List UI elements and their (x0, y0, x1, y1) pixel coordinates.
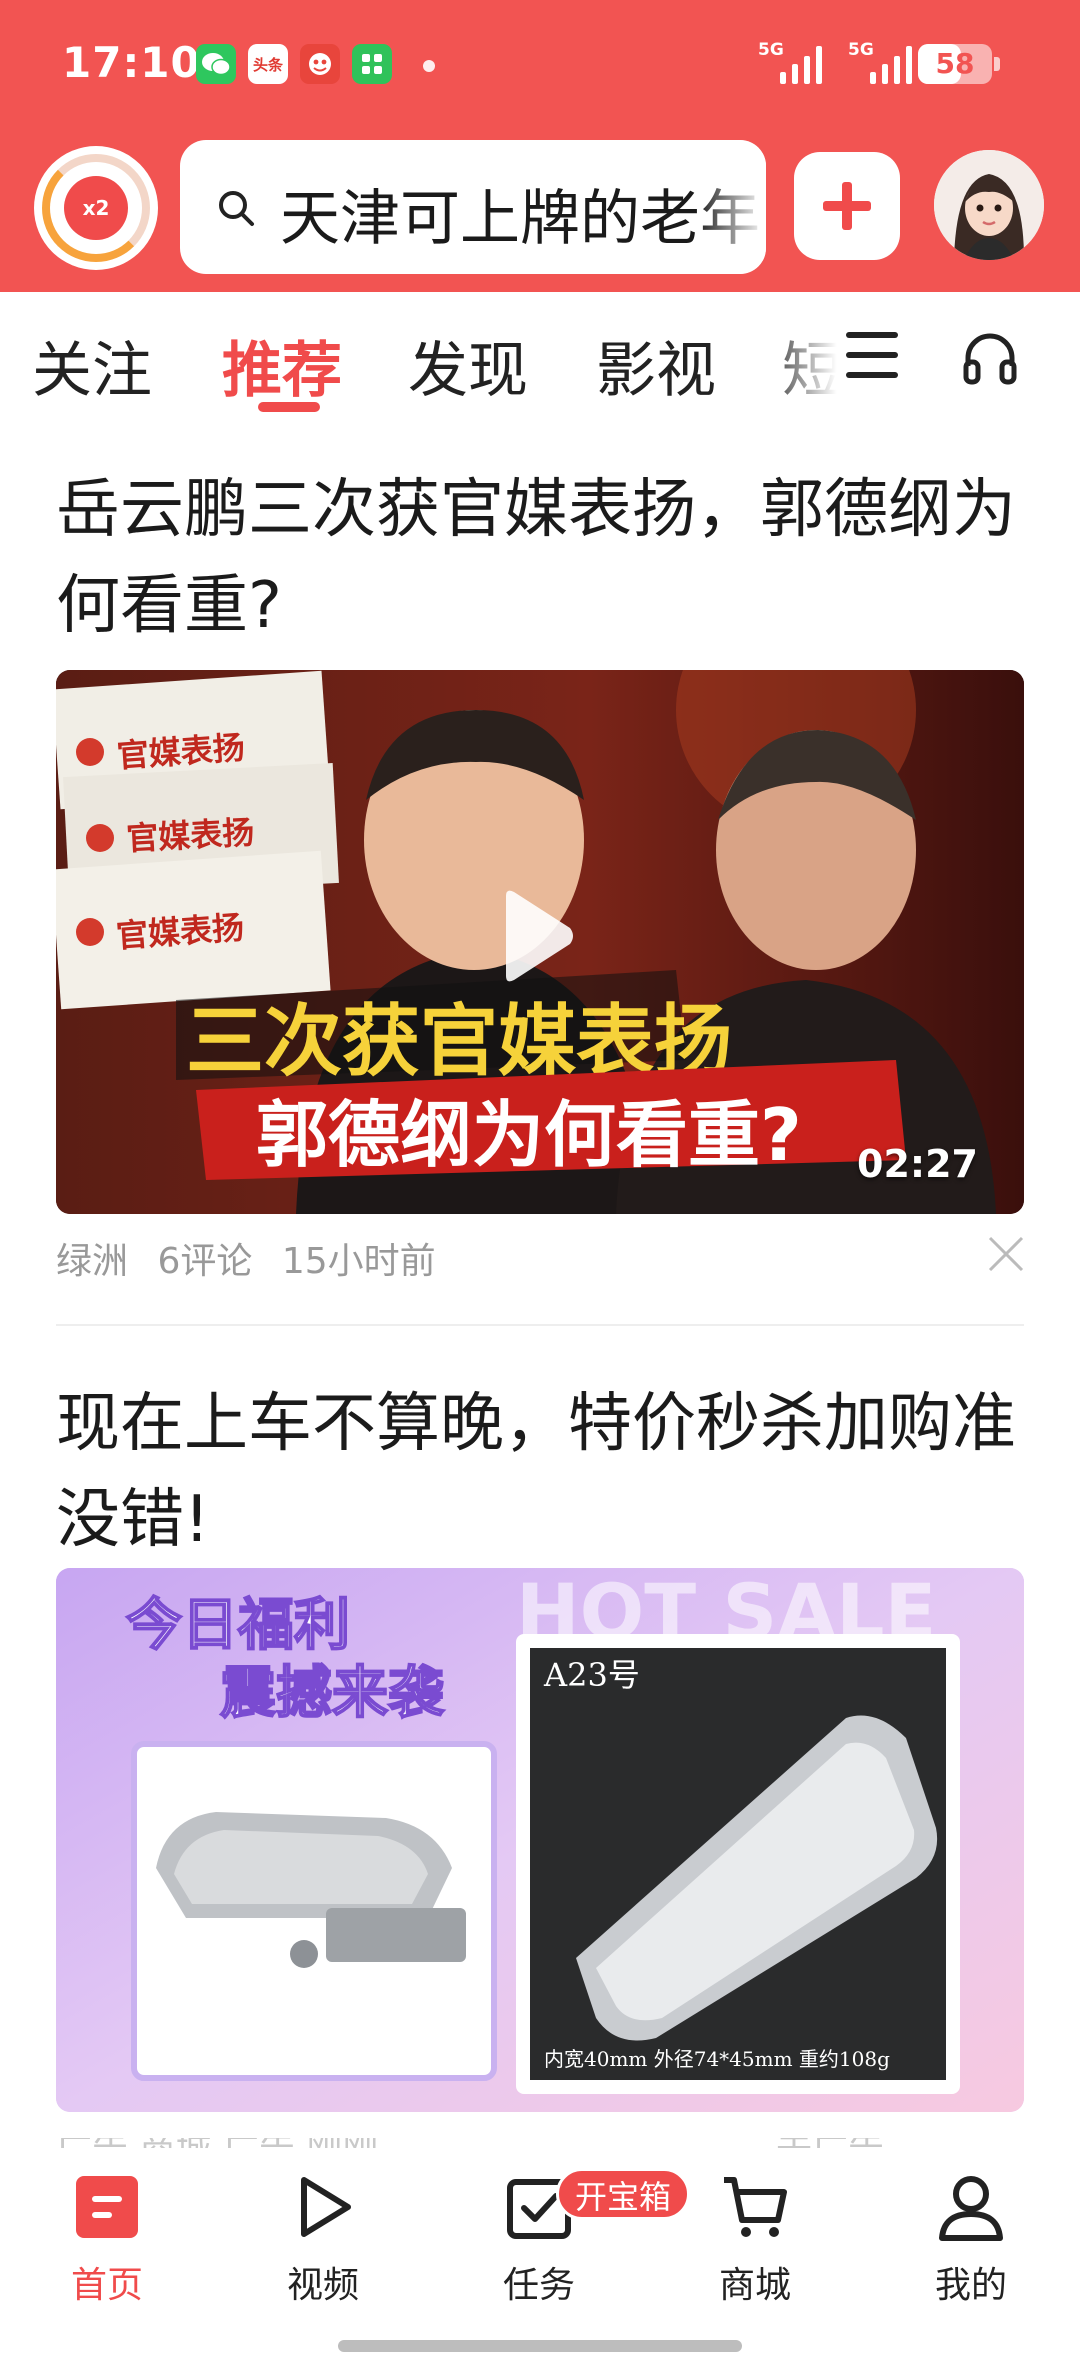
search-suggestion: 天津可上牌的老年 (280, 170, 760, 257)
nav-home-label: 首页 (32, 2256, 182, 2308)
battery-icon: 58 (918, 44, 992, 84)
nav-me[interactable]: 我的 (896, 2172, 1046, 2322)
nav-mall-label: 商城 (680, 2256, 830, 2308)
profile-icon (936, 2172, 1006, 2242)
article-meta: 绿洲 6评论 15小时前 (56, 1232, 454, 1284)
close-icon[interactable] (986, 1234, 1026, 1274)
nav-video-label: 视频 (248, 2256, 398, 2308)
publish-time: 15小时前 (282, 1241, 436, 1282)
product-model: A23号 (543, 1656, 640, 1694)
nav-home[interactable]: 首页 (32, 2172, 182, 2322)
battery-level: 58 (918, 44, 992, 84)
nav-me-label: 我的 (896, 2256, 1046, 2308)
active-tab-indicator (258, 402, 320, 412)
video-thumbnail[interactable]: 三次获官媒表扬 郭德纲为何看重? 官媒表扬 官媒表扬 官媒表扬 02:27 (56, 670, 1024, 1214)
tab-film[interactable]: 影视 (596, 322, 716, 409)
status-time: 17:10 (62, 38, 201, 87)
search-bar[interactable]: 天津可上牌的老年 (180, 140, 766, 274)
video-duration: 02:27 (857, 1142, 978, 1186)
cart-icon (720, 2172, 790, 2242)
banner-headline-1: 今日福利 (126, 1593, 350, 1658)
game-app-icon (300, 44, 340, 84)
ad-banner[interactable]: HOT SALE 今日福利 震撼来袭 A23号 内宽40mm 外径74*45mm… (56, 1568, 1024, 2112)
signal-icon: 5G (758, 40, 848, 86)
wechat-icon (196, 44, 236, 84)
play-icon[interactable] (496, 888, 576, 984)
home-indicator[interactable] (338, 2340, 742, 2352)
headline-bottom: 郭德纲为何看重? (256, 1093, 802, 1177)
treasure-box-badge[interactable]: 开宝箱 (556, 2168, 690, 2220)
channel-tabs: 关注 推荐 发现 影视 短 (0, 292, 1080, 422)
ad-title[interactable]: 现在上车不算晚，特价秒杀加购准没错! (56, 1376, 1026, 1568)
reward-timer-button[interactable]: x2 (34, 146, 158, 270)
app-header: 17:10 头条 5G 5G 58 x2 (0, 0, 1080, 292)
add-button[interactable] (794, 152, 900, 260)
toutiao-icon: 头条 (248, 44, 288, 84)
comment-count: 6评论 (157, 1241, 252, 1282)
play-icon (288, 2172, 358, 2242)
source-name: 绿洲 (56, 1241, 128, 1282)
mini-app-icon (352, 44, 392, 84)
product-spec: 内宽40mm 外径74*45mm 重约108g (544, 2047, 890, 2071)
ad-banner-image: HOT SALE 今日福利 震撼来袭 A23号 内宽40mm 外径74*45mm… (56, 1568, 1024, 2112)
banner-headline-2: 震撼来袭 (220, 1661, 445, 1726)
stamp-text: 官媒表扬 (125, 813, 255, 858)
headset-icon[interactable] (960, 328, 1020, 388)
tab-follow[interactable]: 关注 (32, 322, 152, 409)
tab-recommend[interactable]: 推荐 (222, 322, 342, 409)
article-title[interactable]: 岳云鹏三次获官媒表扬，郭德纲为何看重? (56, 462, 1026, 654)
status-bar: 17:10 头条 5G 5G 58 (0, 0, 1080, 130)
search-icon (216, 188, 256, 228)
nav-video[interactable]: 视频 (248, 2172, 398, 2322)
nav-mall[interactable]: 商城 (680, 2172, 830, 2322)
home-icon (72, 2172, 142, 2242)
avatar[interactable] (934, 150, 1044, 260)
notification-dot (423, 60, 435, 72)
nav-task-label: 任务 (464, 2256, 614, 2308)
feed-divider (56, 1324, 1024, 1326)
tab-discover[interactable]: 发现 (408, 322, 528, 409)
channel-menu-icon[interactable] (846, 332, 898, 378)
reward-multiplier: x2 (64, 176, 128, 240)
avatar-image (934, 150, 1044, 260)
